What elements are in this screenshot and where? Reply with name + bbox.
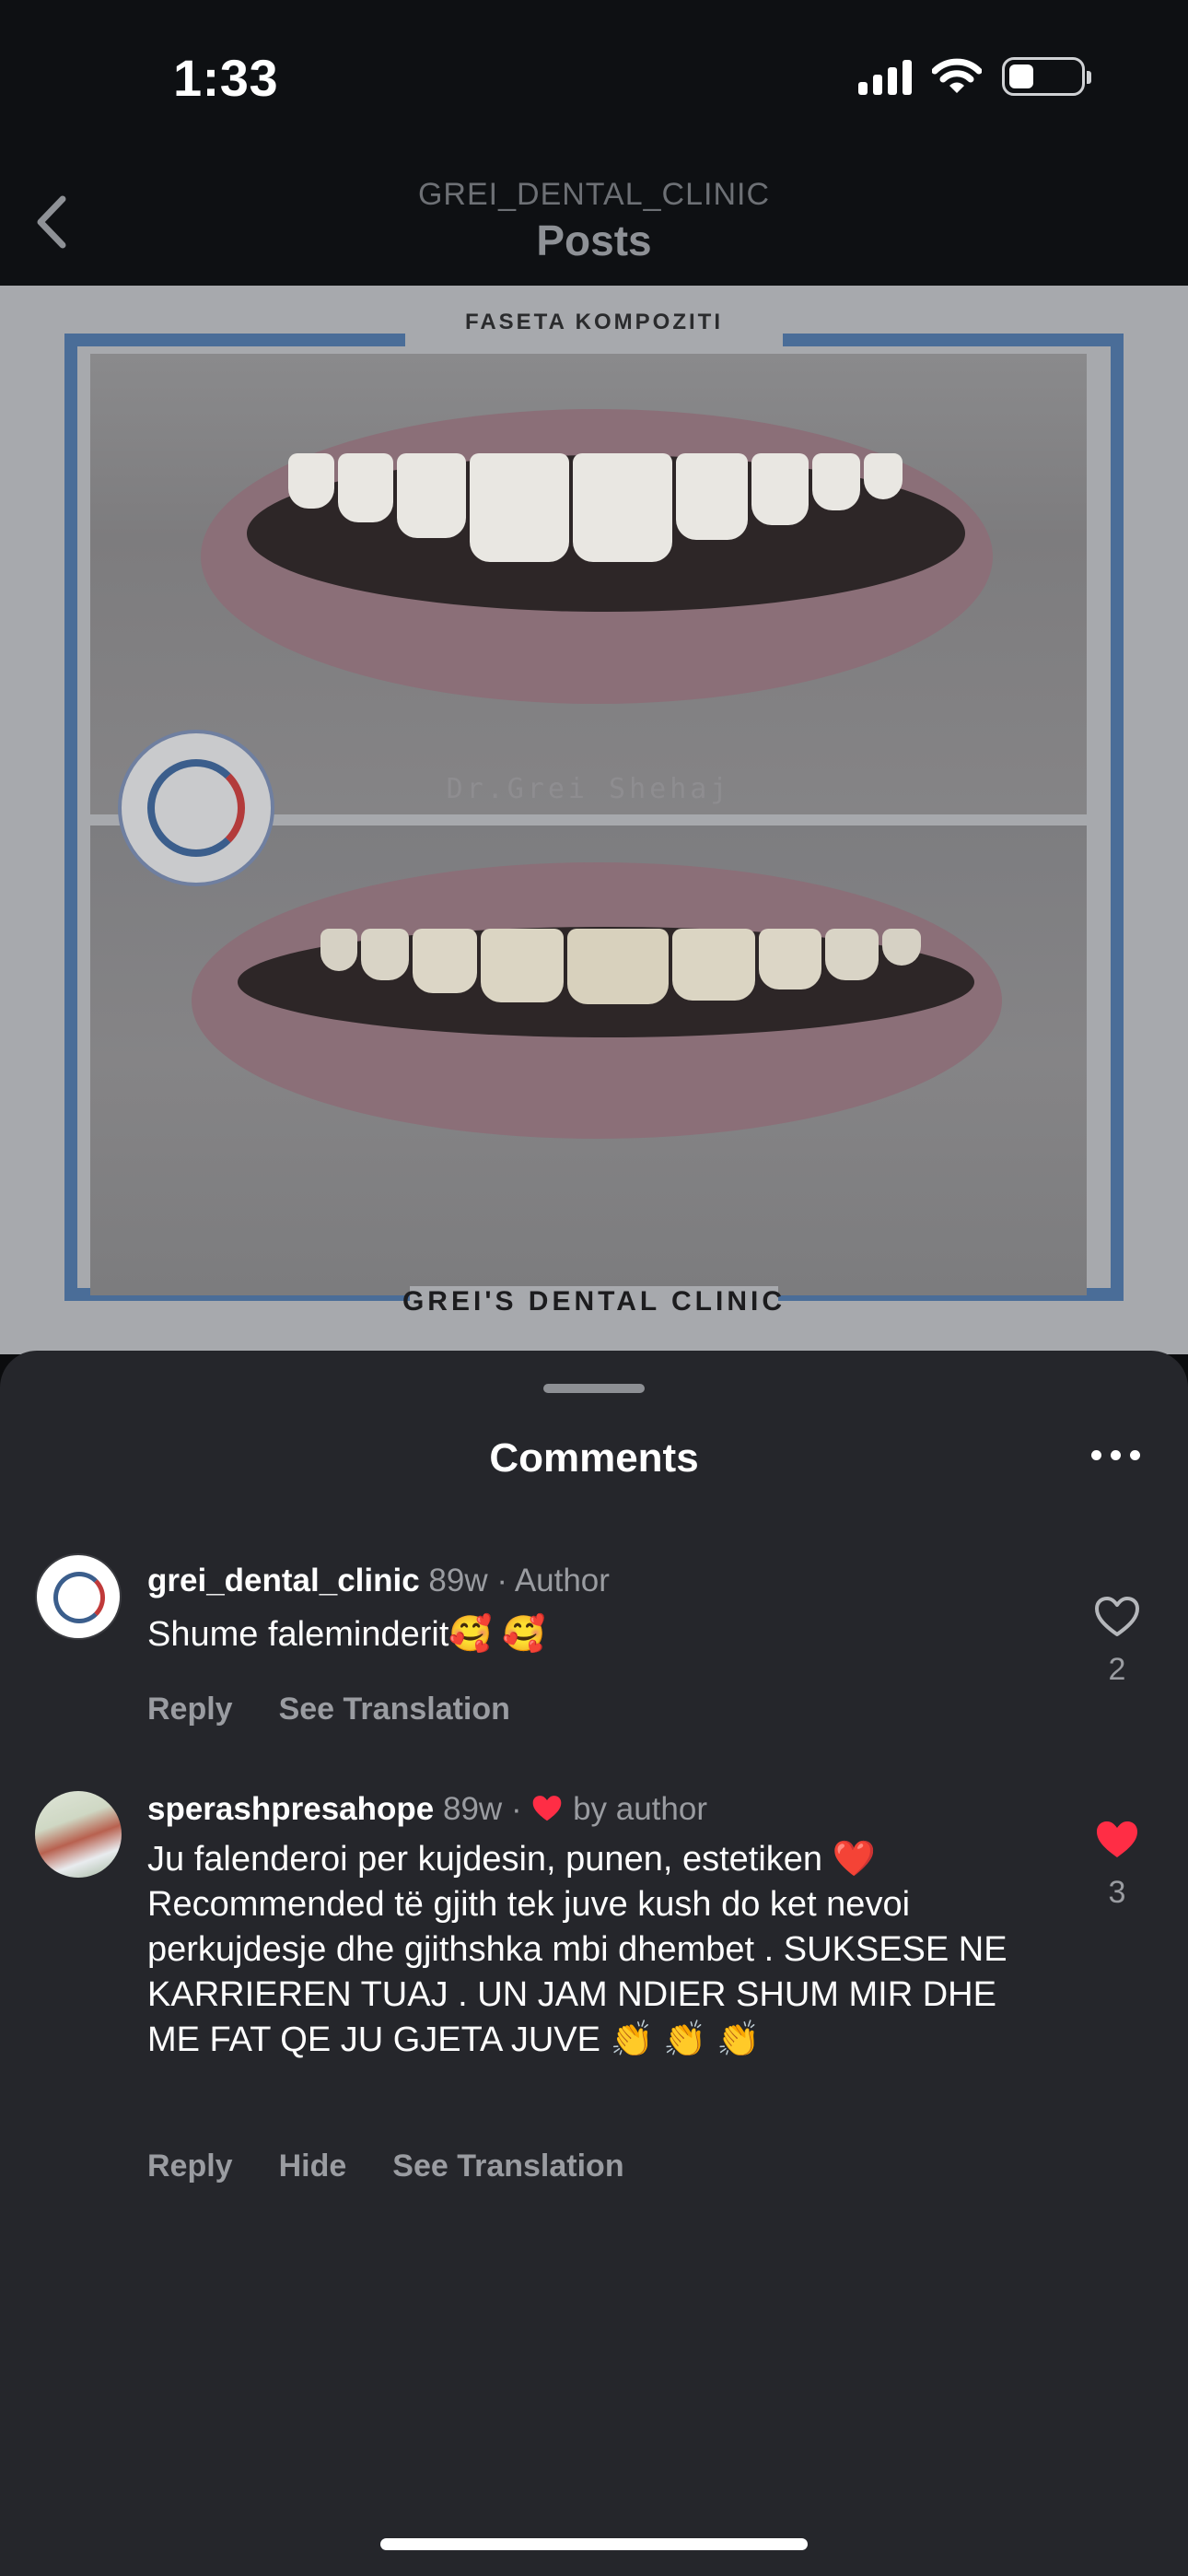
comment-text: Ju falenderoi per kujdesin, punen, estet… — [147, 1840, 1007, 2059]
clinic-logo — [118, 730, 274, 886]
reply-button[interactable]: Reply — [147, 1692, 233, 1727]
author-tag: Author — [514, 1563, 610, 1598]
like-column: 2 — [1085, 1596, 1149, 1688]
see-translation-button[interactable]: See Translation — [392, 2149, 623, 2184]
comment-item: sperashpresahope 89w · by author Ju fale… — [0, 1791, 1188, 2184]
post-image[interactable]: FASETA KOMPOZITI Dr.Grei Shehaj GREI'S D… — [0, 286, 1188, 1354]
before-photo — [90, 825, 1087, 1295]
comment-actions: Reply Hide See Translation — [147, 2149, 624, 2184]
like-column: 3 — [1085, 1819, 1149, 1911]
status-icons — [858, 57, 1091, 96]
reply-button[interactable]: Reply — [147, 2149, 233, 2184]
wifi-icon — [932, 58, 982, 93]
sheet-grabber[interactable] — [543, 1384, 645, 1393]
hide-button[interactable]: Hide — [279, 2149, 347, 2184]
page-title: Posts — [536, 217, 652, 264]
comment-username[interactable]: grei_dental_clinic — [147, 1563, 420, 1598]
comment-item: grei_dental_clinic 89w · Author Shume fa… — [0, 1553, 1188, 1738]
heart-filled-icon[interactable] — [1094, 1819, 1140, 1861]
heart-outline-icon[interactable] — [1094, 1596, 1140, 1638]
see-translation-button[interactable]: See Translation — [279, 1692, 510, 1727]
status-bar: 1:33 — [0, 0, 1188, 147]
signal-icon — [858, 58, 912, 95]
sheet-title: Comments — [489, 1435, 699, 1481]
comment-time: 89w — [442, 1791, 503, 1827]
liked-by-author-label: by author — [573, 1791, 707, 1827]
comment-time: 89w — [428, 1563, 488, 1598]
like-count: 3 — [1108, 1875, 1126, 1910]
home-indicator[interactable] — [380, 2538, 808, 2550]
header-account-name: GREI_DENTAL_CLINIC — [417, 177, 771, 212]
avatar[interactable] — [35, 1553, 122, 1640]
battery-icon — [1002, 57, 1091, 96]
comment-meta: grei_dental_clinic 89w · Author — [147, 1563, 610, 1598]
status-time: 1:33 — [173, 49, 279, 107]
post-caption-bottom: GREI'S DENTAL CLINIC — [402, 1286, 786, 1317]
comment-actions: Reply See Translation — [147, 1692, 510, 1727]
comments-sheet: Comments grei_dental_clinic 89w · Author… — [0, 1351, 1188, 2576]
like-count: 2 — [1108, 1652, 1126, 1687]
header: GREI_DENTAL_CLINIC Posts — [0, 147, 1188, 286]
comment-text: Shume faleminderit🥰 🥰 — [147, 1615, 546, 1654]
more-icon[interactable] — [1091, 1450, 1140, 1460]
comment-meta: sperashpresahope 89w · by author — [147, 1791, 707, 1827]
comment-username[interactable]: sperashpresahope — [147, 1791, 434, 1827]
avatar[interactable] — [35, 1791, 122, 1878]
heart-filled-icon — [533, 1796, 562, 1821]
